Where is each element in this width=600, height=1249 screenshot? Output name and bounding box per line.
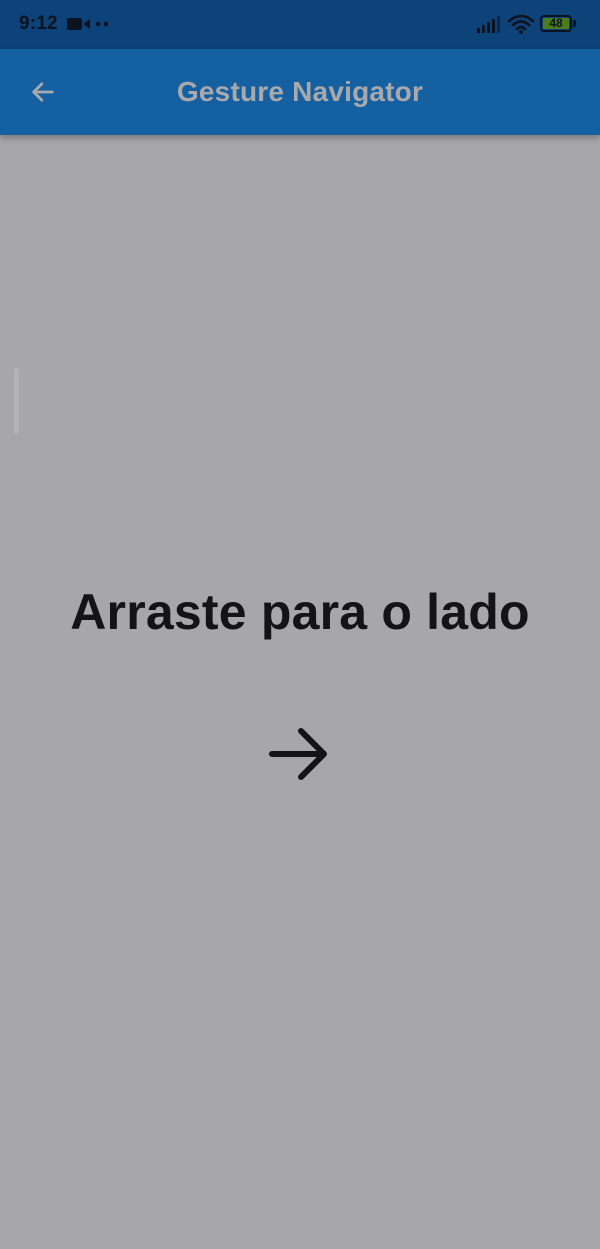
status-time: 9:12 [19,13,58,34]
app-title: Gesture Navigator [176,76,424,107]
arrow-forward-icon [269,728,327,780]
battery-level: 48 [549,16,563,30]
battery-tip [573,20,576,27]
cell-signal-icon [477,16,500,33]
arrow-back-icon [32,82,54,102]
wifi-icon [507,14,535,34]
scroll-indicator[interactable] [14,368,19,434]
status-bar: 9:12 48 [0,0,600,49]
video-camera-icon [67,18,90,30]
notification-dots-icon [95,21,109,27]
battery-icon: 48 [540,15,578,34]
swipe-instruction: Arraste para o lado [70,584,530,640]
back-button[interactable] [18,67,68,117]
app-bar: Gesture Navigator [0,49,600,135]
